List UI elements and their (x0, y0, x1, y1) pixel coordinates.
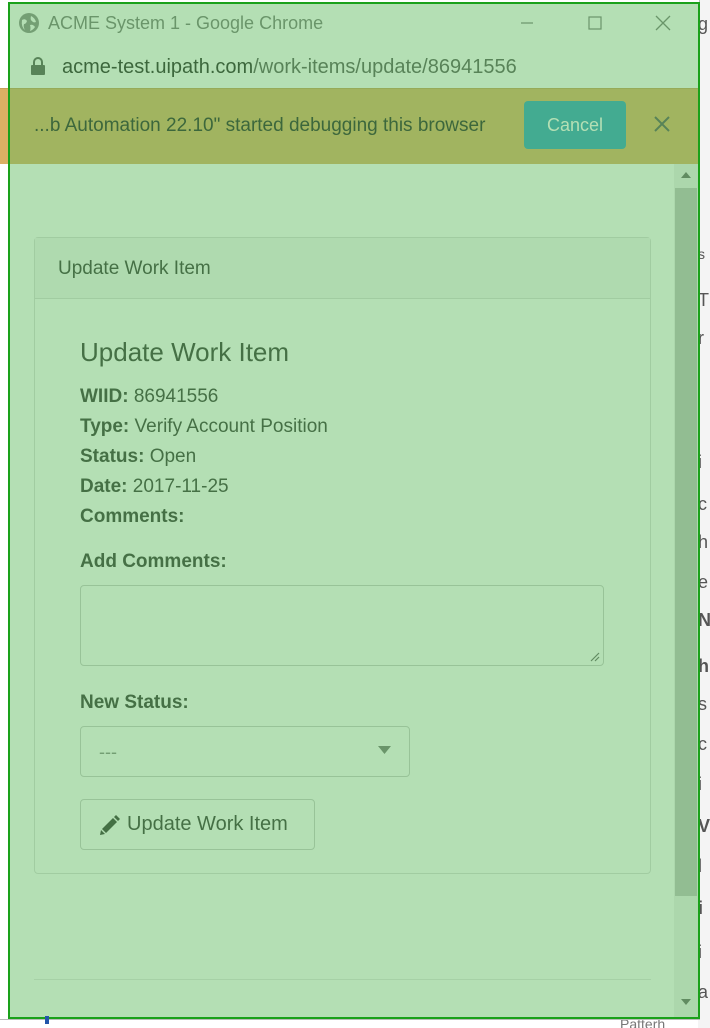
scrollbar-thumb[interactable] (675, 188, 697, 896)
close-icon[interactable] (650, 112, 674, 136)
type-line: Type: Verify Account Position (80, 416, 328, 438)
url-domain: acme-test.uipath.com (62, 56, 254, 78)
panel-heading-text: Update Work Item (58, 258, 211, 279)
date-label: Date: (80, 476, 128, 497)
pencil-icon (100, 815, 120, 835)
status-label: Status: (80, 446, 145, 467)
wiid-label: WIID: (80, 386, 129, 407)
maximize-icon (588, 16, 602, 30)
scroll-up-arrow-icon[interactable] (680, 170, 692, 180)
title-bar[interactable]: ACME System 1 - Google Chrome (0, 0, 699, 46)
new-status-select[interactable] (80, 726, 410, 777)
update-work-item-button-label: Update Work Item (127, 813, 288, 835)
close-icon (655, 15, 671, 31)
url-text[interactable]: acme-test.uipath.com/work-items/update/8… (62, 56, 517, 79)
caret-down-icon (378, 746, 391, 754)
status-value: Open (149, 446, 197, 467)
maximize-button[interactable] (580, 10, 610, 36)
globe-icon (19, 13, 39, 33)
minimize-button[interactable] (512, 10, 542, 36)
wiid-line: WIID: 86941556 (80, 386, 218, 408)
date-line: Date: 2017-11-25 (80, 476, 229, 498)
comments-line: Comments: (80, 506, 185, 528)
url-path: /work-items/update/86941556 (253, 56, 517, 78)
add-comments-label: Add Comments: (80, 551, 227, 572)
scroll-down-arrow-icon[interactable] (680, 997, 692, 1007)
address-bar[interactable]: acme-test.uipath.com/work-items/update/8… (0, 46, 699, 88)
date-value: 2017-11-25 (132, 476, 229, 497)
page-title: Update Work Item (80, 337, 290, 367)
type-value: Verify Account Position (134, 416, 328, 437)
new-status-label: New Status: (80, 692, 189, 713)
add-comments-textarea[interactable] (80, 585, 604, 666)
window-close-button[interactable] (648, 10, 678, 36)
debugging-message: ...b Automation 22.10" started debugging… (34, 115, 486, 136)
minimize-icon (521, 22, 533, 24)
divider (34, 979, 651, 980)
new-status-selected-value: --- (99, 742, 117, 762)
status-line: Status: Open (80, 446, 196, 468)
lock-icon (31, 57, 45, 75)
wiid-value: 86941556 (133, 386, 219, 407)
window-title: ACME System 1 - Google Chrome (48, 13, 324, 33)
highlight-marker (45, 1016, 49, 1024)
resize-grip-icon[interactable] (588, 650, 600, 662)
chrome-popup-window: ACME System 1 - Google Chrome acme-test.… (0, 0, 700, 1020)
cancel-debugging-button[interactable]: Cancel (524, 101, 626, 149)
type-label: Type: (80, 416, 130, 437)
comments-label: Comments: (80, 506, 185, 527)
